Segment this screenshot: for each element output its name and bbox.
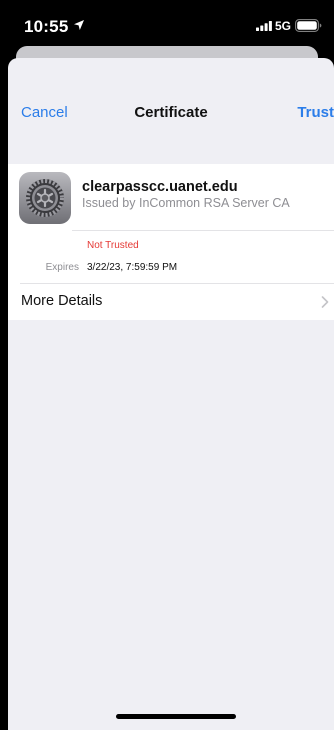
status-bar: 10:55 5G (0, 0, 334, 48)
navigation-bar: Cancel Certificate Trust (8, 58, 334, 160)
network-type: 5G (275, 19, 292, 33)
trust-button[interactable]: Trust (297, 104, 334, 121)
expires-label: Expires (45, 262, 79, 273)
more-details-row[interactable]: More Details (8, 284, 334, 320)
certificate-issuer: Issued by InCommon RSA Server CA (82, 196, 290, 210)
certificate-sheet: Cancel Certificate Trust clearpasscc.uan… (8, 58, 334, 730)
chevron-right-icon (321, 296, 329, 308)
expires-value: 3/22/23, 7:59:59 PM (87, 262, 178, 273)
settings-gear-icon (19, 172, 71, 224)
certificate-name: clearpasscc.uanet.edu (82, 179, 238, 195)
page-title: Certificate (134, 104, 208, 121)
signal-bars-icon (256, 21, 272, 31)
status-time: 10:55 (24, 17, 69, 36)
battery-icon (295, 19, 322, 32)
certificate-panel: clearpasscc.uanet.edu Issued by InCommon… (8, 164, 334, 320)
divider (72, 230, 334, 231)
more-details-label: More Details (21, 293, 103, 309)
trust-status-label: Not Trusted (87, 240, 139, 251)
home-indicator[interactable] (116, 714, 236, 719)
location-arrow-icon (74, 20, 84, 30)
